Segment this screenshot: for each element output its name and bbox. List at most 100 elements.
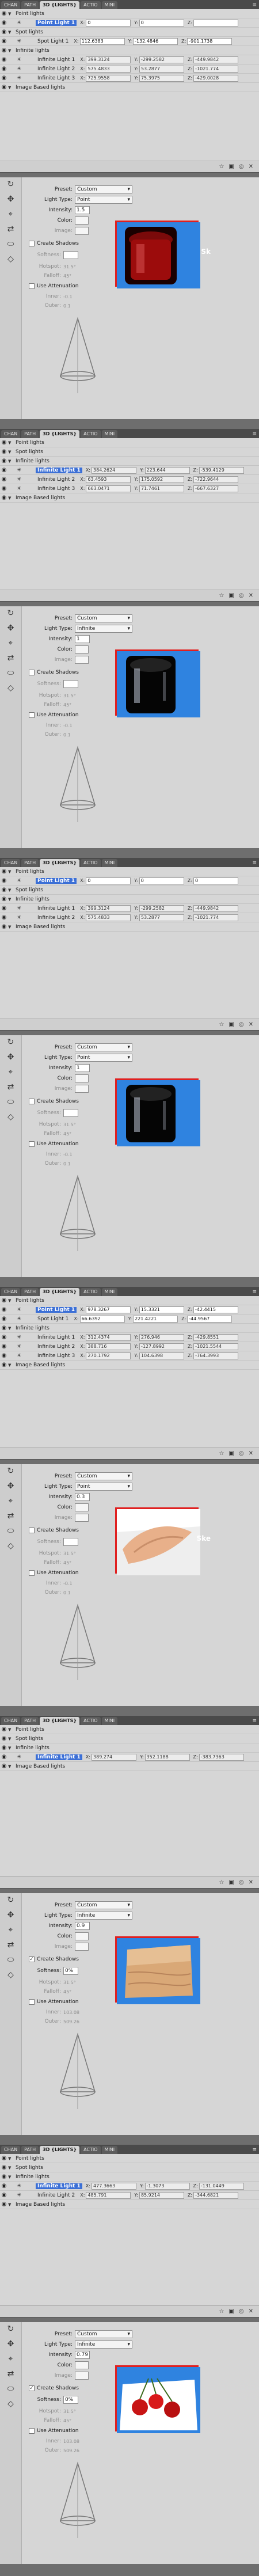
coord-y-field[interactable]: 71.7461 <box>139 485 184 492</box>
use-attenuation-checkbox[interactable] <box>29 2428 35 2434</box>
tab-chan[interactable]: CHAN <box>1 2146 21 2154</box>
tab-chan[interactable]: CHAN <box>1 1288 21 1296</box>
toggle-lights-icon[interactable]: ◎ <box>239 592 244 599</box>
tab-actio[interactable]: ACTIO <box>81 1 101 9</box>
light-row[interactable]: ◉ ☀ Infinite Light 1 X: 312.4374 Y: 276.946 Z: -… <box>0 1333 259 1342</box>
light-name[interactable]: Infinite Light 2 <box>36 2193 77 2198</box>
coord-y-field[interactable]: 104.6398 <box>139 1352 184 1359</box>
light-row[interactable]: ◉ ☀ Infinite Light 2 X: 388.716 Y: -127.8992 Z:… <box>0 1342 259 1351</box>
light-row[interactable]: ◉ ☀ Infinite Light 3 X: 725.9558 Y: 75.3975 Z: -… <box>0 74 259 83</box>
pan-tool-icon[interactable]: ✥ <box>2 624 20 636</box>
visibility-eye-icon[interactable]: ◉ <box>0 449 8 455</box>
coord-z-field[interactable]: -344.6821 <box>193 2191 239 2199</box>
target-tool-icon[interactable]: ⌖ <box>2 1496 20 1509</box>
coord-x-field[interactable]: 388.716 <box>86 1343 131 1350</box>
coord-x-field[interactable]: 399.3124 <box>86 56 131 63</box>
ground-shadow-icon[interactable]: ▣ <box>228 2308 234 2315</box>
visibility-eye-icon[interactable]: ◉ <box>0 1306 8 1313</box>
image-swatch[interactable] <box>75 2372 89 2380</box>
coord-z-field[interactable]: -539.4129 <box>199 466 244 474</box>
use-attenuation-checkbox[interactable] <box>29 283 35 289</box>
visibility-eye-icon[interactable]: ◉ <box>0 1362 8 1368</box>
view-tool-icon[interactable]: ◇ <box>2 1970 20 1983</box>
new-light-icon[interactable]: ☆ <box>219 2308 224 2315</box>
visibility-eye-icon[interactable]: ◉ <box>0 1726 8 1732</box>
view-tool-icon[interactable]: ◇ <box>2 683 20 696</box>
target-tool-icon[interactable]: ⌖ <box>2 210 20 222</box>
coord-y-field[interactable]: -1.3073 <box>144 2182 190 2190</box>
visibility-eye-icon[interactable]: ◉ <box>0 905 8 911</box>
slide-tool-icon[interactable]: ⇄ <box>2 2369 20 2382</box>
create-shadows-checkbox[interactable] <box>29 1099 35 1104</box>
scale-tool-icon[interactable]: ⬭ <box>2 668 20 681</box>
disclosure-triangle-icon[interactable]: ▼ <box>8 1326 14 1331</box>
light-name[interactable]: Infinite Light 2 <box>36 477 77 482</box>
visibility-eye-icon[interactable]: ◉ <box>0 2155 8 2161</box>
light-name[interactable]: Point Light 1 <box>36 20 77 26</box>
slide-tool-icon[interactable]: ⇄ <box>2 654 20 666</box>
visibility-eye-icon[interactable]: ◉ <box>0 56 8 63</box>
new-light-icon[interactable]: ☆ <box>219 164 224 170</box>
coord-z-field[interactable]: 0 <box>193 877 238 884</box>
scale-tool-icon[interactable]: ⬭ <box>2 1955 20 1968</box>
coord-x-field[interactable]: 575.4833 <box>86 65 131 73</box>
ground-shadow-icon[interactable]: ▣ <box>228 164 234 170</box>
coord-z-field[interactable]: -1021.774 <box>193 65 239 73</box>
pan-tool-icon[interactable]: ✥ <box>2 1053 20 1065</box>
light-group-row[interactable]: ◉ ▼ Image Based lights <box>0 83 259 92</box>
visibility-eye-icon[interactable]: ◉ <box>0 10 8 17</box>
light-group-row[interactable]: ◉ ▼ Point lights <box>0 1725 259 1734</box>
tab-3d-lights[interactable]: 3D {LIGHTS} <box>40 430 80 438</box>
coord-z-field[interactable]: -383.7363 <box>199 1753 244 1761</box>
light-type-select[interactable]: Infinite <box>75 1912 132 1920</box>
preset-select[interactable]: Custom <box>75 1472 132 1480</box>
panel-menu-icon[interactable]: ≡ <box>252 2146 257 2154</box>
coord-z-field[interactable]: -449.9842 <box>193 905 239 912</box>
disclosure-triangle-icon[interactable]: ▼ <box>8 12 14 16</box>
light-name[interactable]: Infinite Light 3 <box>36 75 77 81</box>
disclosure-triangle-icon[interactable]: ▼ <box>8 450 14 454</box>
rotate-tool-icon[interactable]: ↻ <box>2 1895 20 1908</box>
tab-path[interactable]: PATH <box>21 430 39 438</box>
image-swatch[interactable] <box>75 1085 89 1093</box>
softness-input[interactable] <box>63 251 78 259</box>
coord-x-field[interactable]: 63.4593 <box>86 476 131 483</box>
coord-z-field[interactable]: -429.8551 <box>193 1333 239 1341</box>
tab-chan[interactable]: CHAN <box>1 1717 21 1725</box>
panel-menu-icon[interactable]: ≡ <box>252 1288 257 1296</box>
slide-tool-icon[interactable]: ⇄ <box>2 1511 20 1524</box>
disclosure-triangle-icon[interactable]: ▼ <box>8 888 14 892</box>
coord-y-field[interactable]: -127.8992 <box>139 1343 184 1350</box>
coord-z-field[interactable]: -1021.774 <box>193 914 239 921</box>
light-name[interactable]: Infinite Light 1 <box>36 906 77 911</box>
disclosure-triangle-icon[interactable]: ▼ <box>8 2175 14 2179</box>
visibility-eye-icon[interactable]: ◉ <box>0 458 8 464</box>
coord-y-field[interactable]: -132.4846 <box>133 37 178 45</box>
light-type-select[interactable]: Infinite <box>75 625 132 633</box>
tab-3d-lights[interactable]: 3D {LIGHTS} <box>40 2146 80 2154</box>
light-row[interactable]: ◉ ☀ Infinite Light 1 X: 477.3663 Y: -1.3073 Z: -… <box>0 2182 259 2191</box>
color-swatch[interactable] <box>75 1503 89 1511</box>
visibility-eye-icon[interactable]: ◉ <box>0 1352 8 1359</box>
light-group-row[interactable]: ◉ ▼ Infinite lights <box>0 46 259 55</box>
disclosure-triangle-icon[interactable]: ▼ <box>8 1764 14 1769</box>
intensity-input[interactable]: 0.9 <box>75 1922 90 1930</box>
light-group-row[interactable]: ◉ ▼ Point lights <box>0 867 259 876</box>
use-attenuation-checkbox[interactable] <box>29 712 35 718</box>
softness-input[interactable]: 0% <box>63 2396 78 2404</box>
light-group-row[interactable]: ◉ ▼ Point lights <box>0 2154 259 2163</box>
visibility-eye-icon[interactable]: ◉ <box>0 1316 8 1322</box>
light-name[interactable]: Infinite Light 1 <box>36 467 82 473</box>
rotate-tool-icon[interactable]: ↻ <box>2 180 20 192</box>
intensity-input[interactable]: 0.3 <box>75 1493 90 1501</box>
light-group-row[interactable]: ◉ ▼ Spot lights <box>0 28 259 37</box>
view-tool-icon[interactable]: ◇ <box>2 1541 20 1554</box>
visibility-eye-icon[interactable]: ◉ <box>0 84 8 90</box>
light-type-select[interactable]: Point <box>75 196 132 204</box>
ground-shadow-icon[interactable]: ▣ <box>228 1021 234 1028</box>
visibility-eye-icon[interactable]: ◉ <box>0 1754 8 1760</box>
disclosure-triangle-icon[interactable]: ▼ <box>8 1298 14 1303</box>
panel-menu-icon[interactable]: ≡ <box>252 859 257 867</box>
tab-3d-lights[interactable]: 3D {LIGHTS} <box>40 1 80 9</box>
visibility-eye-icon[interactable]: ◉ <box>0 1334 8 1340</box>
